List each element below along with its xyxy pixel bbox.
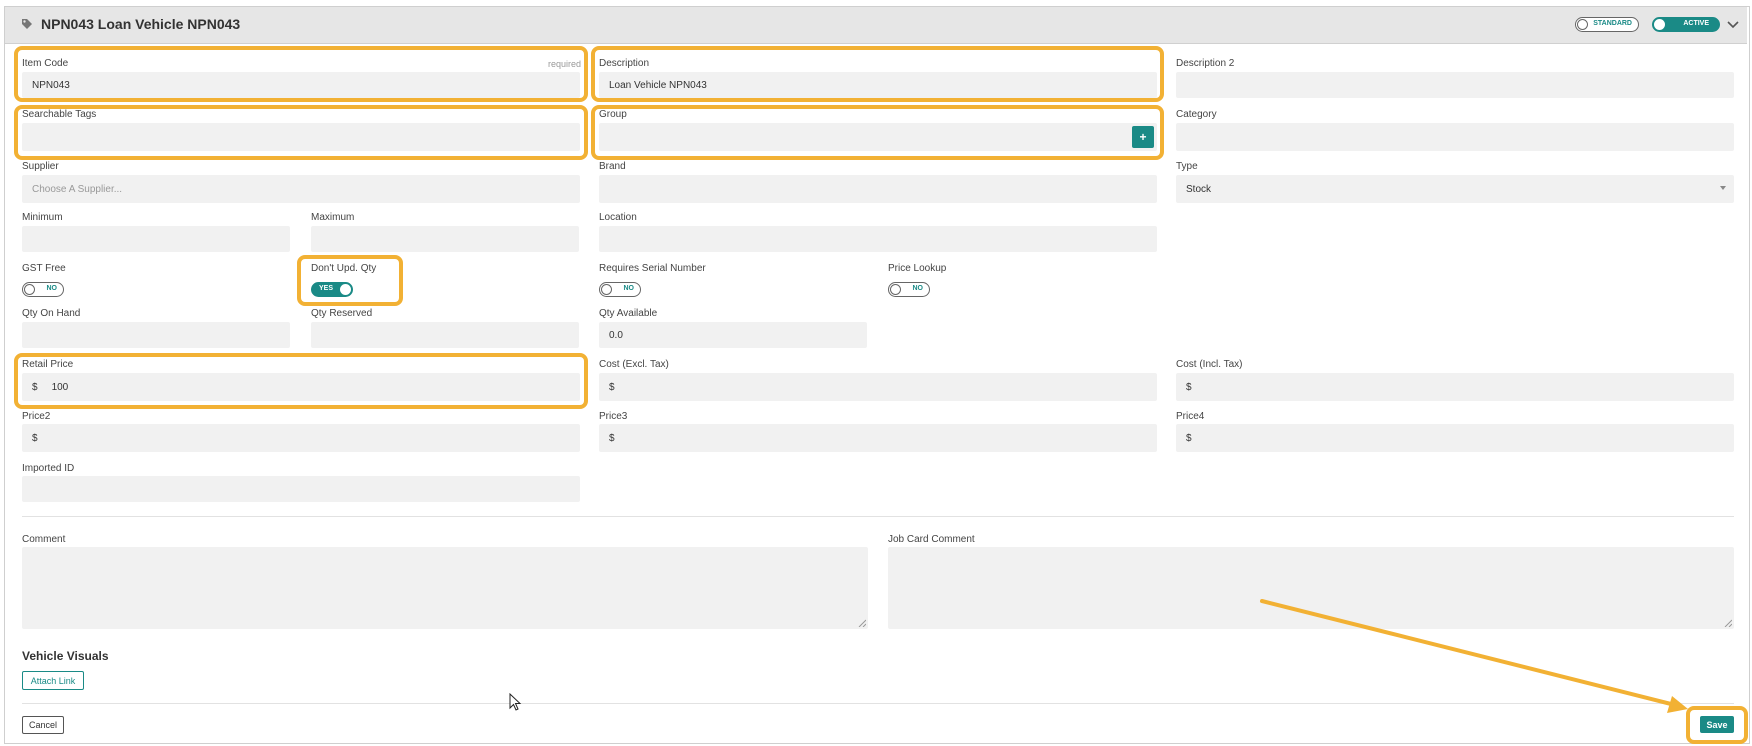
annotation-arrow-icon <box>1260 599 1688 713</box>
